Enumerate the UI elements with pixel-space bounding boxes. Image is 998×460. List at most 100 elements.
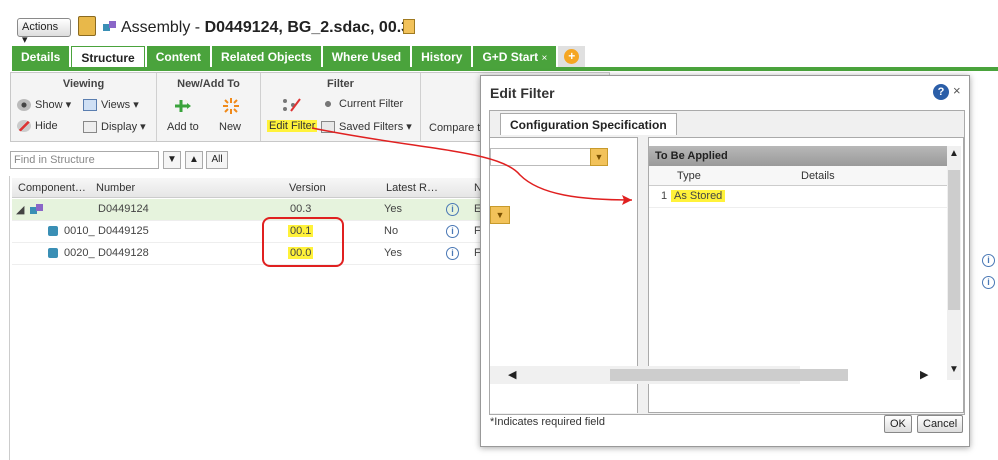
page-title: Assembly - D0449124, BG_2.sdac, 00.3: [121, 19, 411, 36]
cell-number: D0449128: [98, 247, 149, 259]
eye-icon: [17, 99, 31, 112]
horizontal-scrollbar[interactable]: ◀ ▶: [490, 366, 928, 384]
chevron-down-icon[interactable]: ▼: [490, 206, 510, 224]
cell-number: D0449124: [98, 203, 149, 215]
left-panel-divider: [0, 176, 10, 460]
cell-component: 0020_: [64, 247, 95, 259]
structure-grid-header: Component… Number Version Latest R… N: [12, 178, 482, 198]
annotation-rectangle: [262, 217, 344, 267]
dialog-panel: Configuration Specification ▼ To Be Appl…: [489, 110, 965, 415]
chevron-down-icon[interactable]: ▼: [590, 148, 608, 166]
new-sparkle-icon: [222, 97, 240, 118]
chevron-down-icon: ▼: [167, 154, 177, 165]
cell-component: 0010_: [64, 225, 95, 237]
scroll-right-icon[interactable]: ▶: [920, 368, 928, 381]
cell-number: D0449125: [98, 225, 149, 237]
tab-content[interactable]: Content: [146, 46, 211, 68]
compare-to-button[interactable]: Compare to: [429, 122, 486, 134]
column-header-number[interactable]: Number: [96, 182, 135, 194]
vertical-scroll-thumb[interactable]: [948, 170, 960, 310]
scroll-down-icon[interactable]: ▼: [949, 364, 959, 375]
find-previous-button[interactable]: ▲: [185, 151, 203, 169]
ok-button[interactable]: OK: [884, 415, 912, 433]
tab-bar: Details Structure Content Related Object…: [12, 46, 587, 68]
new-button[interactable]: New: [219, 121, 241, 133]
horizontal-scroll-thumb[interactable]: [610, 369, 848, 381]
add-to-icon: [173, 98, 193, 117]
table-row[interactable]: 0010_ D0449125 00.1 No i F: [12, 221, 482, 243]
part-icon: [48, 247, 58, 259]
display-button[interactable]: Display ▾: [83, 120, 146, 134]
info-icon[interactable]: i: [446, 225, 459, 238]
add-to-button[interactable]: Add to: [167, 121, 199, 133]
find-all-button[interactable]: All: [206, 151, 228, 169]
cancel-button[interactable]: Cancel: [917, 415, 964, 433]
find-in-structure-input[interactable]: Find in Structure: [10, 151, 159, 169]
current-filter-button[interactable]: Current Filter: [321, 98, 403, 111]
views-icon: [83, 99, 97, 112]
tab-configuration-specification[interactable]: Configuration Specification: [500, 113, 677, 135]
row-index: 1: [661, 190, 668, 202]
add-tab-button[interactable]: +: [558, 46, 586, 68]
table-row[interactable]: 1 As Stored: [649, 186, 947, 208]
tab-underline: [12, 67, 998, 71]
actions-button[interactable]: Actions ▾: [17, 18, 71, 46]
scroll-up-icon[interactable]: ▲: [949, 148, 959, 159]
hide-eye-icon: [17, 120, 31, 133]
tab-structure[interactable]: Structure: [71, 46, 145, 68]
column-header-latest[interactable]: Latest R…: [386, 182, 438, 194]
saved-filters-button[interactable]: Saved Filters ▾: [321, 120, 412, 134]
table-row[interactable]: 0020_ D0449128 00.0 Yes i F: [12, 243, 482, 265]
filter-title: Filter: [327, 78, 354, 90]
column-header-type[interactable]: Type: [677, 170, 701, 182]
tab-details[interactable]: Details: [12, 46, 70, 68]
dialog-title: Edit Filter: [490, 85, 555, 101]
close-icon[interactable]: ×: [953, 83, 961, 98]
cell-type: As Stored: [671, 190, 726, 202]
edit-filter-dialog: Edit Filter ? × Configuration Specificat…: [480, 75, 970, 447]
tab-close-icon[interactable]: ×: [541, 53, 547, 64]
cell-latest: Yes: [384, 203, 402, 215]
find-dropdown-button[interactable]: ▼: [163, 151, 181, 169]
cell-version: 00.3: [290, 203, 312, 215]
tab-gd-start[interactable]: G+D Start ×: [473, 46, 557, 68]
help-icon[interactable]: ?: [933, 84, 949, 100]
show-button[interactable]: Show ▾: [17, 98, 71, 112]
column-header-details[interactable]: Details: [801, 170, 835, 182]
expand-collapse-icon[interactable]: ◢: [16, 203, 24, 216]
part-icon: [48, 225, 58, 237]
to-be-applied-header: To Be Applied: [649, 146, 947, 166]
actions-label: Actions ▾: [22, 21, 59, 46]
info-icon[interactable]: i: [446, 247, 459, 260]
document-icon[interactable]: [403, 19, 415, 34]
chevron-up-icon: ▲: [189, 154, 199, 165]
scroll-left-icon[interactable]: ◀: [508, 368, 516, 381]
assembly-type-icon: [103, 20, 117, 33]
edit-filter-button[interactable]: Edit Filter: [267, 120, 318, 132]
required-field-note: *Indicates required field: [490, 416, 605, 428]
cell-latest: No: [384, 225, 399, 237]
configuration-select[interactable]: ▼: [490, 148, 608, 166]
edit-filter-icon: [281, 95, 303, 118]
views-button[interactable]: Views ▾: [83, 98, 139, 112]
hide-button[interactable]: Hide: [17, 120, 58, 133]
add-tab-icon: +: [564, 49, 580, 64]
vertical-scrollbar[interactable]: ▲ ▼: [947, 146, 961, 380]
viewing-title: Viewing: [62, 78, 105, 90]
tab-where-used[interactable]: Where Used: [322, 46, 411, 68]
tab-related-objects[interactable]: Related Objects: [212, 46, 321, 68]
info-icon[interactable]: i: [446, 203, 459, 216]
saved-filters-icon: [321, 121, 335, 134]
info-icon[interactable]: i: [982, 254, 995, 267]
current-filter-icon: [321, 98, 335, 111]
assembly-icon: [30, 203, 44, 218]
assembly-thumbnail-icon: [78, 16, 96, 36]
info-icon[interactable]: i: [982, 276, 995, 289]
cell-latest: Yes: [384, 247, 402, 259]
display-icon: [83, 121, 97, 134]
new-add-title: New/Add To: [177, 78, 240, 90]
tab-history[interactable]: History: [412, 46, 472, 68]
column-header-version[interactable]: Version: [289, 182, 326, 194]
column-header-component[interactable]: Component…: [18, 182, 86, 194]
table-row[interactable]: ◢ D0449124 00.3 Yes i E: [12, 199, 482, 221]
